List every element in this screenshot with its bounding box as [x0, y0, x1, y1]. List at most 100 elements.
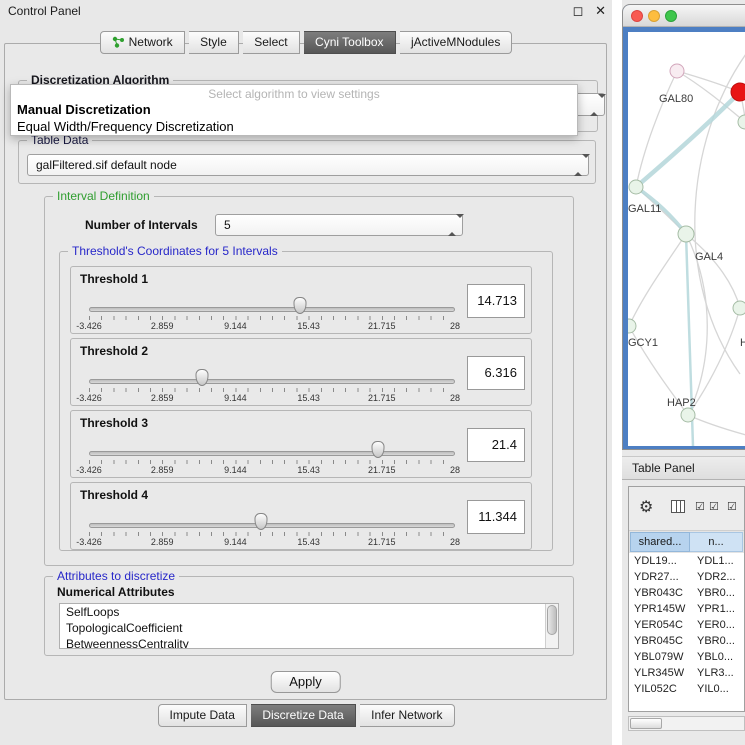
table-panel-title: Table Panel [622, 456, 745, 480]
cyni-toolbox-panel: Discretization Algorithm Table Data galF… [4, 43, 607, 700]
list-item[interactable]: BetweennessCentrality [60, 636, 558, 649]
table-data-group: Table Data galFiltered.sif default node [18, 140, 596, 184]
tick-label: -3.426 [76, 321, 102, 331]
table-row[interactable]: YBL079WYBL0... [629, 649, 744, 665]
threshold-slider[interactable]: -3.426 2.859 9.144 15.43 21.715 28 [89, 267, 455, 335]
apply-button[interactable]: Apply [270, 671, 341, 693]
cyni-bottom-tabbar: Impute Data Discretize Data Infer Networ… [0, 704, 612, 727]
list-item[interactable]: TopologicalCoefficient [60, 620, 558, 636]
tab-label: Infer Network [371, 708, 442, 722]
select-none-checkbox-icon[interactable]: ☑ [709, 500, 719, 513]
interval-definition-title: Interval Definition [53, 189, 154, 203]
attributes-list[interactable]: SelfLoops TopologicalCoefficient Between… [59, 603, 559, 649]
tick-label: 15.43 [297, 321, 320, 331]
threshold-slider[interactable]: -3.426 2.859 9.144 15.43 21.715 28 [89, 483, 455, 551]
tab-jactivemnodules[interactable]: jActiveMNodules [400, 31, 512, 54]
screen: Control Panel ◻ ✕ Discretization Algorit… [0, 0, 745, 745]
network-view-window[interactable]: GAL80 GAL11 GAL4 GCY1 HAP2 H [622, 4, 745, 450]
minimize-window-button[interactable] [648, 10, 660, 22]
tab-select[interactable]: Select [243, 31, 299, 54]
tick-label: 21.715 [368, 537, 396, 547]
list-scrollbar[interactable] [545, 604, 558, 648]
tab-infer-network[interactable]: Infer Network [360, 704, 454, 727]
float-window-icon[interactable]: ◻ [573, 3, 584, 18]
cell: YDL19... [629, 553, 693, 569]
dropdown-option-manual[interactable]: Manual Discretization [17, 102, 151, 117]
table-data-combobox[interactable]: galFiltered.sif default node [27, 154, 589, 176]
tick-label: 9.144 [224, 393, 247, 403]
table-horizontal-scrollbar[interactable] [628, 716, 745, 731]
slider-track[interactable] [89, 379, 455, 384]
network-node-gcy1[interactable] [628, 319, 636, 333]
cell: YBR0... [693, 633, 744, 649]
network-node[interactable] [733, 301, 745, 315]
network-icon [112, 34, 125, 55]
tab-label: Discretize Data [262, 708, 343, 722]
threshold-value-field[interactable]: 14.713 [467, 284, 525, 318]
table-row[interactable]: YBR045CYBR0... [629, 633, 744, 649]
tab-label: Impute Data [170, 708, 235, 722]
threshold-slider[interactable]: -3.426 2.859 9.144 15.43 21.715 28 [89, 339, 455, 407]
tab-network[interactable]: Network [100, 31, 185, 54]
right-panel: GAL80 GAL11 GAL4 GCY1 HAP2 H Table Panel… [622, 0, 745, 745]
thresholds-group-title: Threshold's Coordinates for 5 Intervals [68, 244, 282, 258]
slider-track[interactable] [89, 451, 455, 456]
tick-label: -3.426 [76, 537, 102, 547]
tab-label: Style [200, 35, 227, 49]
dropdown-option-equal-width[interactable]: Equal Width/Frequency Discretization [17, 119, 234, 134]
node-label: H [740, 337, 745, 349]
combo-stepper-icon[interactable] [590, 98, 600, 112]
table-row[interactable]: YDR27...YDR2... [629, 569, 744, 585]
select-columns-icon[interactable] [671, 500, 685, 513]
table-settings-gear-icon[interactable]: ⚙ [639, 497, 653, 517]
slider-track[interactable] [89, 523, 455, 528]
select-all-checkbox-icon[interactable]: ☑ [695, 500, 705, 513]
threshold-value-field[interactable]: 6.316 [467, 356, 525, 390]
close-window-button[interactable] [631, 10, 643, 22]
checkbox-icon[interactable]: ☑ [727, 500, 737, 513]
tab-label: Select [254, 35, 287, 49]
tab-style[interactable]: Style [189, 31, 239, 54]
tick-label: -3.426 [76, 465, 102, 475]
table-row[interactable]: YER054CYER0... [629, 617, 744, 633]
threshold-value-field[interactable]: 11.344 [467, 500, 525, 534]
column-header-shared-name[interactable]: shared... [630, 532, 690, 552]
table-row[interactable]: YBR043CYBR0... [629, 585, 744, 601]
attributes-group-title: Attributes to discretize [53, 569, 179, 583]
tick-label: 28 [450, 321, 460, 331]
network-node-gal4[interactable] [678, 226, 694, 242]
tab-cyni-toolbox[interactable]: Cyni Toolbox [304, 31, 395, 54]
network-graph: GAL80 GAL11 GAL4 GCY1 HAP2 H [628, 32, 745, 446]
tab-discretize-data[interactable]: Discretize Data [251, 704, 355, 727]
column-header-name[interactable]: n... [690, 532, 743, 552]
close-panel-icon[interactable]: ✕ [595, 3, 606, 18]
tab-impute-data[interactable]: Impute Data [158, 704, 247, 727]
cell: YBR0... [693, 585, 744, 601]
network-canvas[interactable]: GAL80 GAL11 GAL4 GCY1 HAP2 H [628, 32, 745, 446]
table-row[interactable]: YPR145WYPR1... [629, 601, 744, 617]
control-panel: Control Panel ◻ ✕ Discretization Algorit… [0, 0, 612, 745]
dropdown-placeholder-option[interactable]: Select algorithm to view settings [11, 87, 577, 101]
zoom-window-button[interactable] [665, 10, 677, 22]
combo-stepper-icon[interactable] [574, 158, 584, 172]
combo-stepper-icon[interactable] [448, 218, 458, 232]
table-row[interactable]: YDL19...YDL1... [629, 553, 744, 569]
number-of-intervals-combobox[interactable]: 5 [215, 214, 463, 236]
tick-label: 21.715 [368, 393, 396, 403]
threshold-value-field[interactable]: 21.4 [467, 428, 525, 462]
list-item[interactable]: SelfLoops [60, 604, 558, 620]
network-node[interactable] [670, 64, 684, 78]
cell: YDL1... [693, 553, 744, 569]
scrollbar-thumb[interactable] [547, 605, 557, 635]
slider-track[interactable] [89, 307, 455, 312]
network-node-hap2[interactable] [681, 408, 695, 422]
network-window-titlebar[interactable] [623, 5, 745, 27]
network-node-selected-red[interactable] [731, 83, 745, 101]
scrollbar-thumb[interactable] [630, 718, 662, 729]
threshold-slider[interactable]: -3.426 2.859 9.144 15.43 21.715 28 [89, 411, 455, 479]
table-row[interactable]: YLR345WYLR3... [629, 665, 744, 681]
tick-label: -3.426 [76, 393, 102, 403]
threshold-3-panel: Threshold 3 -3.426 2.859 9.144 15.43 21.… [70, 410, 532, 478]
table-row[interactable]: YIL052CYIL0... [629, 681, 744, 697]
network-node-gal11[interactable] [629, 180, 643, 194]
